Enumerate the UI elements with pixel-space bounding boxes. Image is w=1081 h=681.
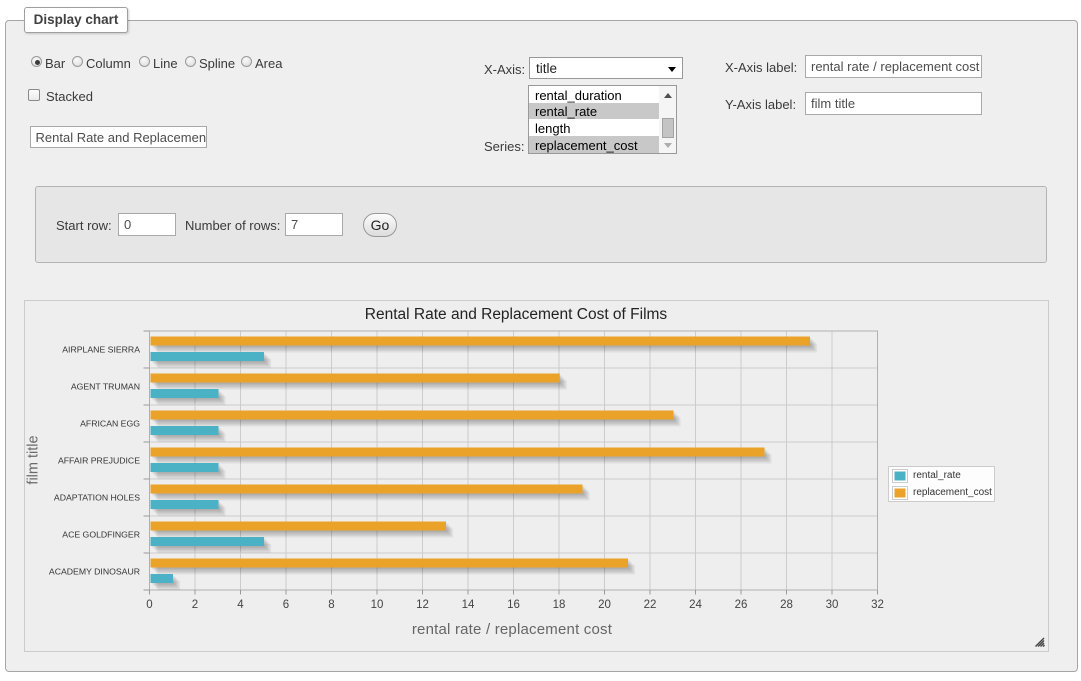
svg-text:ADAPTATION HOLES: ADAPTATION HOLES <box>54 493 140 503</box>
svg-text:2: 2 <box>192 599 198 611</box>
svg-text:14: 14 <box>462 599 475 611</box>
svg-text:replacement_cost: replacement_cost <box>913 487 992 498</box>
svg-text:16: 16 <box>507 599 520 611</box>
svg-text:18: 18 <box>553 599 566 611</box>
svg-text:rental rate / replacement cost: rental rate / replacement cost <box>412 621 613 638</box>
svg-text:Rental Rate and Replacement Co: Rental Rate and Replacement Cost of Film… <box>365 306 668 323</box>
svg-text:28: 28 <box>780 599 793 611</box>
svg-text:ACE GOLDFINGER: ACE GOLDFINGER <box>62 530 140 540</box>
svg-text:10: 10 <box>371 599 384 611</box>
svg-text:6: 6 <box>283 599 289 611</box>
svg-text:film title: film title <box>26 435 42 484</box>
svg-text:26: 26 <box>735 599 748 611</box>
svg-text:AFRICAN EGG: AFRICAN EGG <box>80 419 140 429</box>
svg-text:AGENT TRUMAN: AGENT TRUMAN <box>71 382 140 392</box>
svg-text:22: 22 <box>644 599 657 611</box>
svg-text:AIRPLANE SIERRA: AIRPLANE SIERRA <box>62 345 140 355</box>
svg-text:AFFAIR PREJUDICE: AFFAIR PREJUDICE <box>58 456 140 466</box>
svg-text:0: 0 <box>146 599 152 611</box>
svg-text:30: 30 <box>826 599 839 611</box>
svg-text:12: 12 <box>416 599 429 611</box>
svg-text:20: 20 <box>598 599 611 611</box>
svg-text:ACADEMY DINOSAUR: ACADEMY DINOSAUR <box>49 567 140 577</box>
svg-text:24: 24 <box>689 599 702 611</box>
svg-text:8: 8 <box>328 599 334 611</box>
svg-text:rental_rate: rental_rate <box>913 470 961 481</box>
svg-text:4: 4 <box>237 599 244 611</box>
svg-text:32: 32 <box>871 599 884 611</box>
